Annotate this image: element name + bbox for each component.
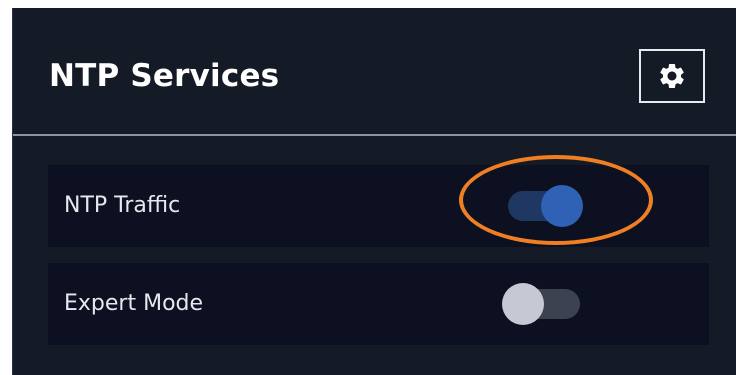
screenshot-frame: NTP Services NTP Traffic Expert Mode [0,0,736,375]
gear-icon [660,63,684,88]
toggle-knob [541,185,583,227]
setting-label-expert-mode: Expert Mode [64,291,204,316]
panel-header: NTP Services [13,8,736,136]
ntp-services-panel: NTP Services NTP Traffic Expert Mode [12,8,736,375]
setting-row-ntp-traffic: NTP Traffic [48,165,709,247]
toggle-knob [502,283,544,325]
setting-label-ntp-traffic: NTP Traffic [64,193,181,218]
setting-row-expert-mode: Expert Mode [48,263,709,345]
expert-mode-toggle[interactable] [502,283,580,325]
ntp-traffic-toggle[interactable] [508,185,583,227]
settings-button[interactable] [639,49,705,103]
panel-title: NTP Services [49,58,280,94]
